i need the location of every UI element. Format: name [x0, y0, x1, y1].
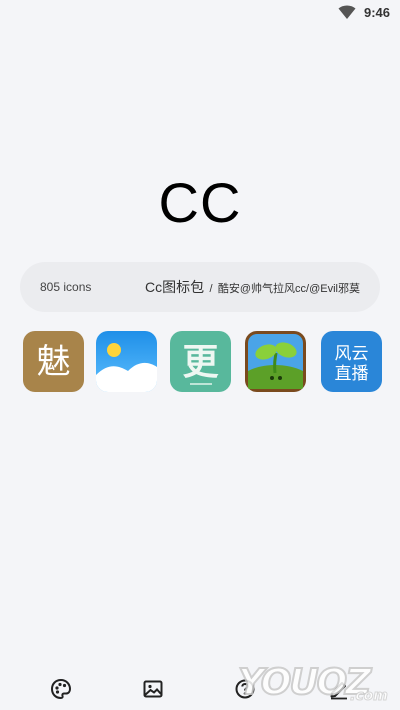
mei-character-icon[interactable]: 魅 [23, 331, 84, 392]
svg-text:.com: .com [350, 688, 388, 704]
palette-icon[interactable] [48, 676, 74, 702]
fengyun-text: 风云 [335, 344, 369, 364]
pack-separator: / [209, 283, 213, 295]
icon-pack-info-card[interactable]: 805 icons Cc图标包 / 酷安@帅气拉风cc/@Evil邪莫 [20, 262, 380, 312]
status-bar: 9:46 [0, 0, 400, 26]
geng-character-text: 更 [182, 342, 219, 383]
watermark-logo: YOUOZ .com [237, 661, 388, 705]
pack-name: Cc图标包 [145, 279, 205, 295]
pack-info: Cc图标包 / 酷安@帅气拉风cc/@Evil邪莫 [145, 277, 360, 297]
status-time: 9:46 [363, 5, 390, 20]
preview-icon-row: 魅 更 风云 直播 [23, 331, 383, 393]
sprout-game-icon[interactable] [245, 331, 306, 392]
wifi-icon [338, 5, 356, 19]
mei-character-text: 魅 [37, 342, 71, 382]
fengyun-live-icon[interactable]: 风云 直播 [321, 331, 382, 392]
gallery-landscape-icon[interactable] [96, 331, 157, 392]
live-text: 直播 [335, 364, 369, 384]
image-icon[interactable] [140, 676, 166, 702]
page-title: CC [158, 171, 242, 234]
icon-count: 805 icons [40, 280, 92, 294]
pack-author: 酷安@帅气拉风cc/@Evil邪莫 [217, 283, 360, 295]
geng-character-icon[interactable]: 更 [170, 331, 231, 392]
